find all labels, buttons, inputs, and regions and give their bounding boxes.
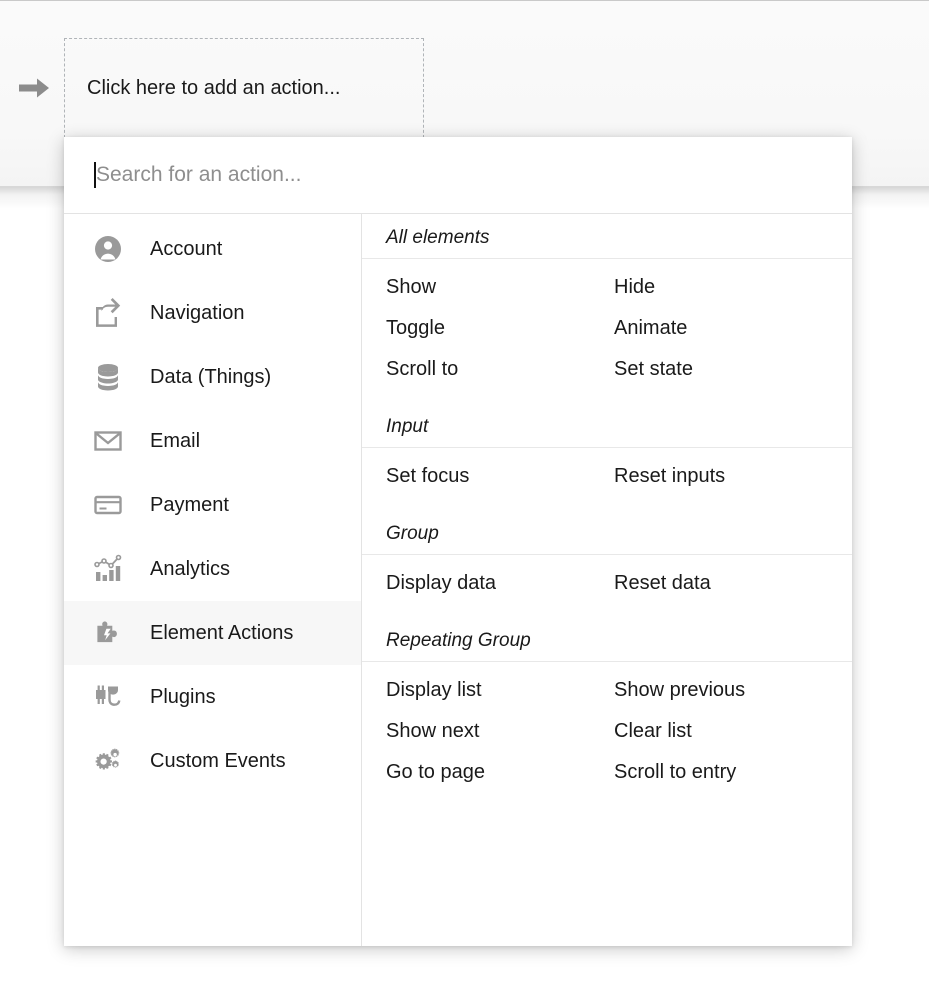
category-item-label: Plugins [150, 685, 216, 708]
gears-icon [92, 745, 130, 777]
category-item-label: Account [150, 237, 223, 260]
action-section-header: Input [362, 406, 852, 448]
action-item-show-previous[interactable]: Show previous [590, 670, 852, 711]
action-item-set-state[interactable]: Set state [590, 349, 852, 390]
action-item-go-to-page[interactable]: Go to page [362, 752, 590, 793]
category-item-label: Payment [150, 493, 229, 516]
category-item-label: Data (Things) [150, 365, 272, 388]
category-item-data-things[interactable]: Data (Things) [64, 345, 361, 409]
arrow-right-icon [19, 78, 49, 98]
action-picker-dropdown: Account Navigation Data (Things) Email Payme… [64, 137, 852, 946]
category-item-custom-events[interactable]: Custom Events [64, 729, 361, 793]
category-item-email[interactable]: Email [64, 409, 361, 473]
puzzle-bolt-icon [92, 617, 130, 649]
action-item-hide[interactable]: Hide [590, 267, 852, 308]
category-item-label: Email [150, 429, 201, 452]
user-circle-icon [92, 233, 130, 265]
action-item-scroll-to[interactable]: Scroll to [362, 349, 590, 390]
action-section-header: Group [362, 513, 852, 555]
database-icon [92, 361, 130, 393]
user-circle-icon [95, 236, 121, 262]
search-row [64, 137, 852, 214]
category-item-navigation[interactable]: Navigation [64, 281, 361, 345]
action-item-animate[interactable]: Animate [590, 308, 852, 349]
action-item-show[interactable]: Show [362, 267, 590, 308]
action-item-display-data[interactable]: Display data [362, 563, 590, 604]
puzzle-bolt-icon [97, 621, 117, 643]
bar-chart-icon [92, 553, 130, 585]
action-item-reset-inputs[interactable]: Reset inputs [590, 456, 852, 497]
share-export-icon [92, 297, 130, 329]
share-export-icon [96, 298, 121, 327]
category-item-element-actions[interactable]: Element Actions [64, 601, 361, 665]
gears-icon [95, 748, 120, 770]
category-sidebar: Account Navigation Data (Things) Email Payme… [64, 214, 362, 946]
dropdown-body: Account Navigation Data (Things) Email Payme… [64, 214, 852, 946]
category-item-payment[interactable]: Payment [64, 473, 361, 537]
category-item-label: Analytics [150, 557, 231, 580]
action-list: All elements Show Hide Toggle Animate Scroll … [362, 214, 852, 946]
action-item-display-list[interactable]: Display list [362, 670, 590, 711]
action-item-scroll-to-entry[interactable]: Scroll to entry [590, 752, 852, 793]
action-item-toggle[interactable]: Toggle [362, 308, 590, 349]
credit-card-icon [94, 495, 122, 515]
action-section-grid: Set focus Reset inputs [362, 448, 852, 513]
credit-card-icon [92, 489, 130, 521]
category-item-plugins[interactable]: Plugins [64, 665, 361, 729]
action-section-header: Repeating Group [362, 620, 852, 662]
action-section-grid: Display data Reset data [362, 555, 852, 620]
envelope-icon [94, 431, 122, 451]
action-item-clear-list[interactable]: Clear list [590, 711, 852, 752]
category-item-label: Navigation [150, 301, 245, 324]
action-section-grid: Show Hide Toggle Animate Scroll to Set state [362, 259, 852, 406]
envelope-icon [92, 425, 130, 457]
category-item-account[interactable]: Account [64, 217, 361, 281]
add-action-label: Click here to add an action... [87, 77, 341, 99]
action-item-show-next[interactable]: Show next [362, 711, 590, 752]
bar-chart-icon [94, 554, 122, 581]
plug-icon [92, 681, 130, 713]
database-icon [98, 364, 118, 391]
action-item-set-focus[interactable]: Set focus [362, 456, 590, 497]
search-input[interactable] [96, 159, 796, 191]
plug-icon [96, 685, 121, 706]
category-item-label: Element Actions [150, 621, 294, 644]
action-section-header: All elements [362, 217, 852, 259]
action-item-reset-data[interactable]: Reset data [590, 563, 852, 604]
add-action-dropzone[interactable]: Click here to add an action... [64, 38, 424, 138]
category-item-label: Custom Events [150, 749, 286, 772]
category-item-analytics[interactable]: Analytics [64, 537, 361, 601]
action-section-grid: Display list Show previous Show next Clear … [362, 662, 852, 809]
